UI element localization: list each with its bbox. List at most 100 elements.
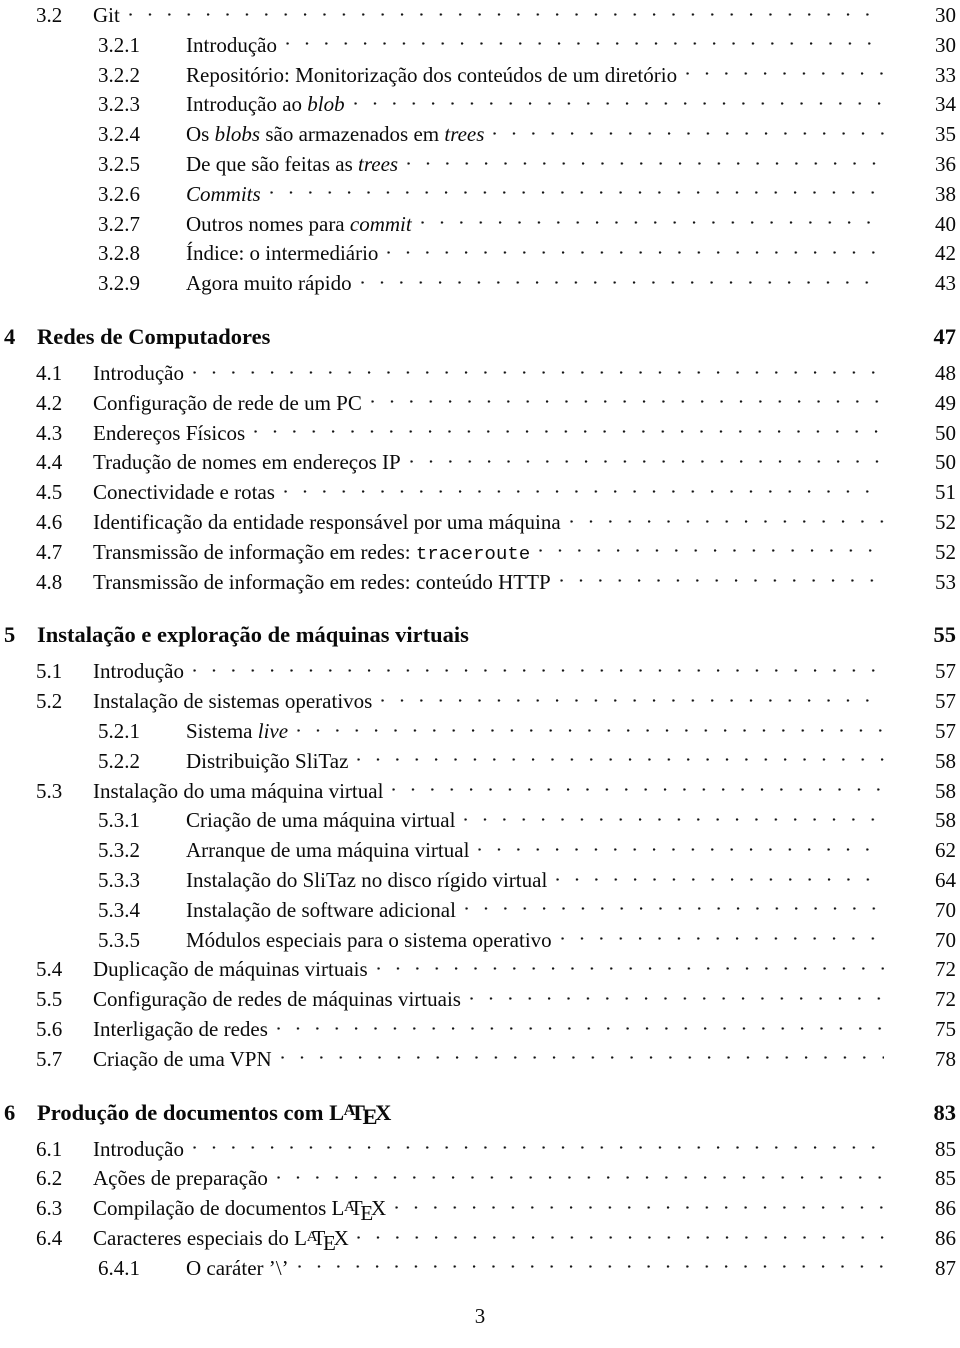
toc-entry-subsection[interactable]: 3.2.4 Os blobs são armazenados em trees 35 [0,120,960,150]
toc-entry-subsection[interactable]: 3.2.6 Commits 38 [0,180,960,210]
toc-entry-section[interactable]: 4.3 Endereços Físicos 50 [0,419,960,449]
toc-entry-title: Instalação e exploração de máquinas virt… [37,622,469,648]
toc-entry-title: Interligação de redes [93,1016,268,1041]
toc-entry-subsection[interactable]: 3.2.7 Outros nomes para commit 40 [0,210,960,240]
toc-entry-subsection[interactable]: 3.2.3 Introdução ao blob 34 [0,90,960,120]
toc-entry-number: 4.1 [36,360,63,385]
toc-entry-number: 6 [4,1099,16,1125]
toc-entry-section[interactable]: 4.7 Transmissão de informação em redes: t… [0,538,960,568]
toc-entry-page: 35 [935,122,956,147]
dot-leader [376,955,884,976]
toc-entry-number: 6.1 [36,1136,63,1161]
toc-entry-subsection[interactable]: 3.2.2 Repositório: Monitorização dos cont… [0,61,960,91]
italic-term: blob [307,92,345,117]
toc-entry-title: Repositório: Monitorização dos conteúdos… [186,62,678,87]
toc-entry-page: 86 [935,1196,956,1221]
dot-leader [370,389,884,410]
toc-entry-section[interactable]: 4.8 Transmissão de informação em redes: c… [0,568,960,598]
toc-entry-subsection[interactable]: 6.4.1 O caráter ’\’ 87 [0,1254,960,1284]
dot-leader [569,508,884,529]
toc-entry-title: Introdução ao blob [186,92,345,117]
toc-entry-section[interactable]: 5.7 Criação de uma VPN 78 [0,1045,960,1075]
toc-entry-page: 58 [935,748,956,773]
toc-entry-page: 58 [935,778,956,803]
toc-entry-subsection[interactable]: 5.3.1 Criação de uma máquina virtual 58 [0,806,960,836]
toc-entry-title: Caracteres especiais do LATEX [93,1224,357,1257]
latex-logo: LATEX [329,1099,391,1130]
dot-leader [357,1224,884,1245]
toc-entry-title: Agora muito rápido [186,271,352,296]
toc-entry-section[interactable]: 6.2 Ações de preparação 85 [0,1164,960,1194]
dot-leader [297,1254,884,1275]
toc-entry-number: 5.2 [36,689,63,714]
toc-entry-section[interactable]: 4.4 Tradução de nomes em endereços IP 50 [0,448,960,478]
toc-entry-subsection[interactable]: 5.3.4 Instalação de software adicional 70 [0,896,960,926]
toc-entry-number: 4.3 [36,420,63,445]
toc-entry-section[interactable]: 5.6 Interligação de redes 75 [0,1015,960,1045]
toc-entry-number: 4.4 [36,450,63,475]
toc-entry-chapter[interactable]: 5 Instalação e exploração de máquinas vir… [0,613,960,657]
toc-entry-page: 55 [933,622,957,648]
toc-entry-section[interactable]: 4.2 Configuração de rede de um PC 49 [0,389,960,419]
latex-logo: LATEX [331,1196,387,1225]
toc-entry-subsection[interactable]: 3.2.1 Introdução 30 [0,31,960,61]
toc-entry-number: 3.2.6 [98,181,140,206]
dot-leader [420,210,884,231]
toc-entry-title: Transmissão de informação em redes: cont… [93,569,551,594]
toc-entry-section[interactable]: 4.5 Conectividade e rotas 51 [0,478,960,508]
toc-entry-subsection[interactable]: 5.3.5 Módulos especiais para o sistema op… [0,926,960,956]
toc-entry-subsection[interactable]: 5.3.2 Arranque de uma máquina virtual 62 [0,836,960,866]
toc-entry-subsection[interactable]: 5.2.1 Sistema live 57 [0,717,960,747]
toc-entry-number: 5.3 [36,778,63,803]
toc-entry-title: Instalação de sistemas operativos [93,689,373,714]
toc-entry-title: O caráter ’\’ [186,1255,289,1280]
toc-entry-section[interactable]: 5.3 Instalação do uma máquina virtual 58 [0,777,960,807]
toc-entry-number: 5.3.5 [98,927,140,952]
toc-entry-section[interactable]: 5.5 Configuração de redes de máquinas vir… [0,985,960,1015]
toc-entry-title: Produção de documentos com LATEX [37,1091,391,1137]
toc-entry-subsection[interactable]: 5.2.2 Distribuição SliTaz 58 [0,747,960,777]
toc-entry-title: Transmissão de informação em redes: trac… [93,539,531,565]
toc-entry-chapter[interactable]: 6 Produção de documentos com LATEX 83 [0,1091,960,1135]
toc-entry-section[interactable]: 4.6 Identificação da entidade responsável… [0,508,960,538]
toc-entry-subsection[interactable]: 3.2.9 Agora muito rápido 43 [0,269,960,299]
toc-entry-section[interactable]: 3.2 Git 30 [0,1,960,31]
toc-entry-page: 34 [935,92,956,117]
toc-entry-page: 40 [935,211,956,236]
dot-leader [192,1135,884,1156]
toc-entry-section[interactable]: 5.1 Introdução 57 [0,657,960,687]
toc-entry-page: 57 [935,659,956,684]
toc-entry-number: 5.3.1 [98,808,140,833]
toc-entry-section[interactable]: 4.1 Introdução 48 [0,359,960,389]
toc-entry-number: 5.3.3 [98,867,140,892]
toc-entry-subsection[interactable]: 3.2.8 Índice: o intermediário 42 [0,239,960,269]
toc-entry-chapter[interactable]: 4 Redes de Computadores 47 [0,315,960,359]
toc-entry-section[interactable]: 6.3 Compilação de documentos LATEX 86 [0,1194,960,1225]
toc-entry-subsection[interactable]: 3.2.5 De que são feitas as trees 36 [0,150,960,180]
toc-entry-subsection[interactable]: 5.3.3 Instalação do SliTaz no disco rígid… [0,866,960,896]
toc-entry-number: 3.2.3 [98,92,140,117]
toc-entry-title: Redes de Computadores [37,323,271,349]
dot-leader [128,1,884,22]
toc-entry-section[interactable]: 5.4 Duplicação de máquinas virtuais 72 [0,955,960,985]
toc-entry-number: 4.6 [36,509,63,534]
italic-term: Commits [186,181,261,206]
mono-term: traceroute [415,542,531,565]
toc-entry-page: 43 [935,271,956,296]
toc-entry-section[interactable]: 6.4 Caracteres especiais do LATEX 86 [0,1224,960,1257]
toc-entry-page: 52 [935,509,956,534]
toc-entry-title: Índice: o intermediário [186,241,379,266]
toc-entry-page: 42 [935,241,956,266]
toc-entry-page: 49 [935,390,956,415]
toc-entry-page: 50 [935,420,956,445]
toc-entry-number: 5.3.4 [98,897,140,922]
toc-entry-section[interactable]: 5.2 Instalação de sistemas operativos 57 [0,687,960,717]
toc-entry-title: Os blobs são armazenados em trees [186,122,485,147]
dot-leader [556,866,884,887]
dot-leader [464,896,884,917]
toc-entry-number: 5.3.2 [98,838,140,863]
dot-leader [392,777,884,798]
toc-entry-number: 3.2.1 [98,32,140,57]
toc-entry-section[interactable]: 6.1 Introdução 85 [0,1135,960,1165]
toc-entry-number: 5.4 [36,957,63,982]
